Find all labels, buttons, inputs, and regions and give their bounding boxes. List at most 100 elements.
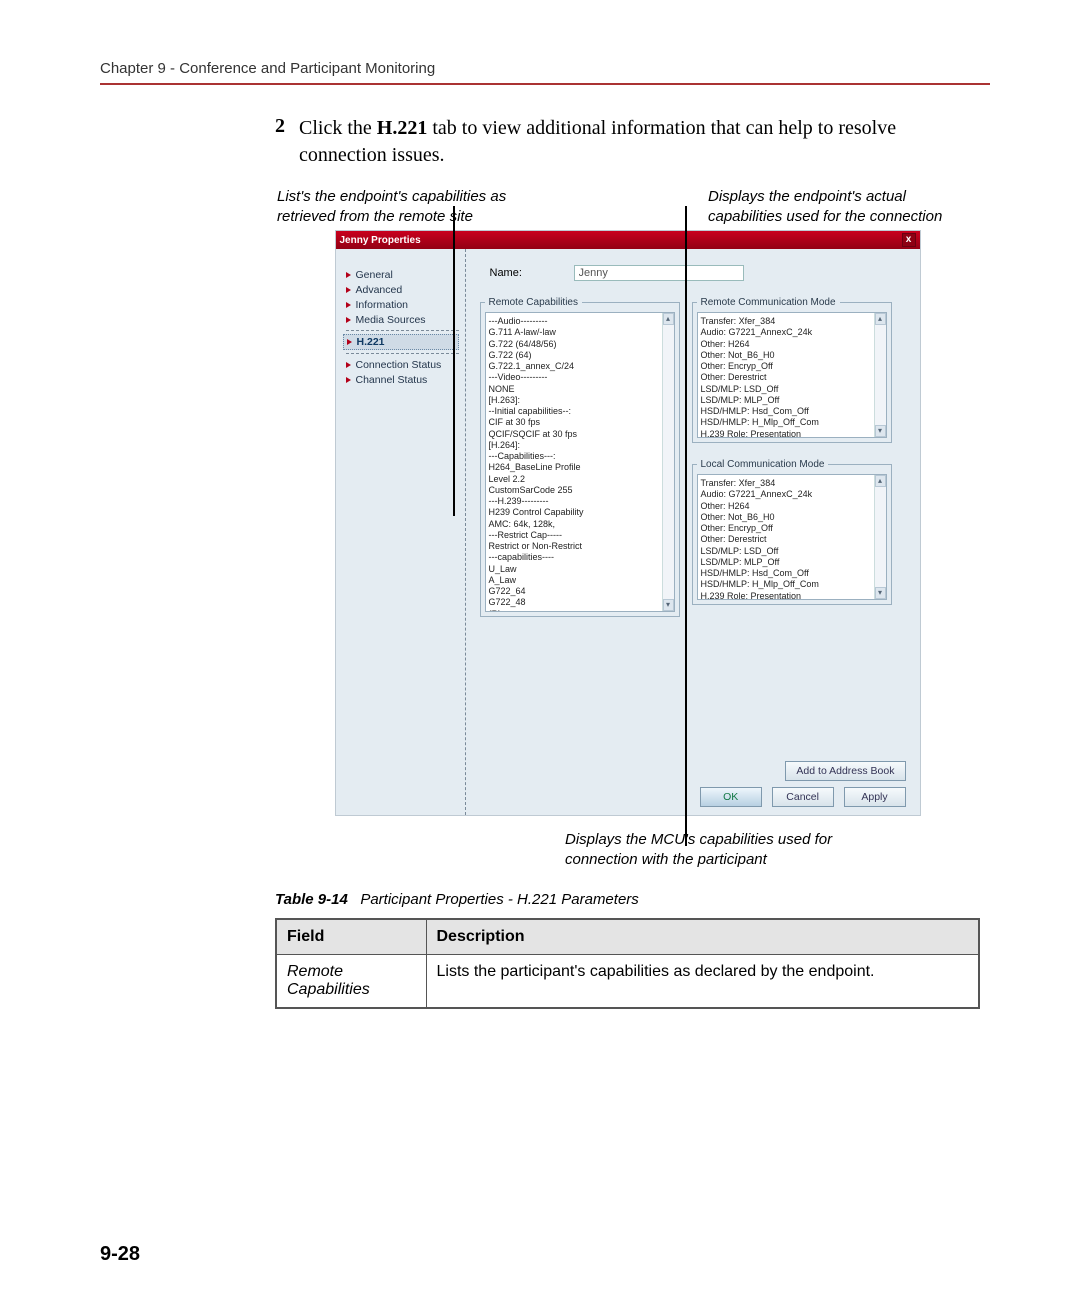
list-item: Transfer: Xfer_384: [701, 478, 883, 489]
sidebar-item-label: H.221: [357, 336, 385, 348]
dialog-window: Jenny Properties x General Advanced Inform…: [335, 230, 921, 816]
list-item: U_Law: [489, 564, 671, 575]
list-item: LSD/MLP: LSD_Off: [701, 546, 883, 557]
list-item: ---Video---------: [489, 372, 671, 383]
scrollbar[interactable]: ▴ ▾: [874, 313, 886, 437]
list-item: Audio: G7221_AnnexC_24k: [701, 489, 883, 500]
list-item: H.239 Role: Presentation: [701, 591, 883, 601]
close-icon[interactable]: x: [902, 233, 916, 247]
page-number: 9-28: [100, 1243, 140, 1266]
sidebar-item-connection-status[interactable]: Connection Status: [346, 357, 459, 372]
list-item: [H.263]:: [489, 395, 671, 406]
sidebar-item-channel-status[interactable]: Channel Status: [346, 372, 459, 387]
list-item: Transfer: Xfer_384: [701, 316, 883, 327]
list-item: G722_48: [489, 597, 671, 608]
list-item: Other: Not_B6_H0: [701, 512, 883, 523]
scroll-up-icon[interactable]: ▴: [875, 475, 886, 487]
scroll-down-icon[interactable]: ▾: [663, 599, 674, 611]
sidebar-item-h-221[interactable]: H.221: [343, 334, 459, 350]
list-item: HSD/HMLP: Hsd_Com_Off: [701, 568, 883, 579]
add-address-book-button[interactable]: Add to Address Book: [785, 761, 905, 781]
list-item: QCIF/SQCIF at 30 fps: [489, 429, 671, 440]
cancel-button[interactable]: Cancel: [772, 787, 834, 807]
apply-button[interactable]: Apply: [844, 787, 906, 807]
list-item: A_Law: [489, 575, 671, 586]
step-number: 2: [275, 115, 285, 169]
list-item: Other: Encryp_Off: [701, 523, 883, 534]
step-text-strong: H.221: [377, 117, 428, 139]
list-item: {R}: [489, 609, 671, 613]
list-item: Audio: G7221_AnnexC_24k: [701, 327, 883, 338]
callout-right: Displays the endpoint's actual capabilit…: [708, 187, 978, 226]
list-item: Other: Derestrict: [701, 372, 883, 383]
cell-description: Lists the participant's capabilities as …: [426, 955, 979, 1009]
chevron-right-icon: [346, 287, 351, 293]
list-item: ---Audio---------: [489, 316, 671, 327]
list-item: ---Capabilities---:: [489, 451, 671, 462]
list-item: H.239 Role: Presentation: [701, 429, 883, 439]
chevron-right-icon: [346, 272, 351, 278]
list-item: Level 2.2: [489, 474, 671, 485]
list-item: LSD/MLP: MLP_Off: [701, 557, 883, 568]
remote-capabilities-list[interactable]: ---Audio---------G.711 A-law/-law G.722 (…: [485, 312, 675, 612]
dialog-titlebar[interactable]: Jenny Properties x: [336, 231, 920, 249]
list-item: G.722.1_annex_C/24: [489, 361, 671, 372]
sidebar-item-label: Advanced: [356, 284, 403, 296]
sidebar-item-information[interactable]: Information: [346, 297, 459, 312]
group-local-comm-legend: Local Communication Mode: [697, 459, 829, 470]
list-item: LSD/MLP: LSD_Off: [701, 384, 883, 395]
remote-comm-list[interactable]: Transfer: Xfer_384Audio: G7221_AnnexC_24…: [697, 312, 887, 438]
list-item: HSD/HMLP: H_Mlp_Off_Com: [701, 579, 883, 590]
list-item: ---H.239---------: [489, 496, 671, 507]
list-item: ---capabilities----: [489, 552, 671, 563]
callout-bottom: Displays the MCU's capabilities used for…: [565, 830, 885, 869]
sidebar-item-media-sources[interactable]: Media Sources: [346, 312, 459, 327]
sidebar-item-advanced[interactable]: Advanced: [346, 282, 459, 297]
table-caption: Table 9-14 Participant Properties - H.22…: [275, 891, 980, 908]
caption-title: Participant Properties - H.221 Parameter…: [360, 891, 638, 908]
list-item: --Initial capabilities--:: [489, 406, 671, 417]
header-rule: [100, 83, 990, 85]
local-comm-list[interactable]: Transfer: Xfer_384Audio: G7221_AnnexC_24…: [697, 474, 887, 600]
guide-line-right: [685, 206, 687, 846]
name-input[interactable]: [574, 265, 744, 281]
sidebar-item-general[interactable]: General: [346, 267, 459, 282]
list-item: LSD/MLP: MLP_Off: [701, 395, 883, 406]
sidebar-item-label: Media Sources: [356, 314, 426, 326]
scroll-down-icon[interactable]: ▾: [875, 425, 886, 437]
name-label: Name:: [490, 267, 560, 279]
th-field: Field: [276, 919, 426, 955]
list-item: H239 Control Capability: [489, 507, 671, 518]
list-item: HSD/HMLP: H_Mlp_Off_Com: [701, 417, 883, 428]
dialog-sidebar: General Advanced Information Media Sources H…: [336, 249, 466, 815]
scrollbar[interactable]: ▴ ▾: [874, 475, 886, 599]
chevron-right-icon: [346, 302, 351, 308]
scroll-up-icon[interactable]: ▴: [875, 313, 886, 325]
group-remote-capabilities: Remote Capabilities ---Audio---------G.7…: [480, 297, 680, 617]
list-item: ---Restrict Cap-----: [489, 530, 671, 541]
step-text-prefix: Click the: [299, 117, 377, 139]
list-item: G.722 (64): [489, 350, 671, 361]
group-remote-comm-legend: Remote Communication Mode: [697, 297, 840, 308]
ok-button[interactable]: OK: [700, 787, 762, 807]
list-item: G722_64: [489, 586, 671, 597]
cell-field: Remote Capabilities: [276, 955, 426, 1009]
sidebar-item-label: General: [356, 269, 393, 281]
sidebar-item-label: Connection Status: [356, 359, 442, 371]
group-remote-capabilities-legend: Remote Capabilities: [485, 297, 583, 308]
scroll-down-icon[interactable]: ▾: [875, 587, 886, 599]
scroll-up-icon[interactable]: ▴: [663, 313, 674, 325]
guide-line-left: [453, 206, 455, 516]
th-description: Description: [426, 919, 979, 955]
sidebar-item-label: Information: [356, 299, 409, 311]
list-item: G.711 A-law/-law: [489, 327, 671, 338]
list-item: Other: Not_B6_H0: [701, 350, 883, 361]
chevron-right-icon: [346, 317, 351, 323]
chevron-right-icon: [346, 377, 351, 383]
list-item: CustomSarCode 255: [489, 485, 671, 496]
list-item: H264_BaseLine Profile: [489, 462, 671, 473]
parameters-table: Field Description Remote Capabilities Li…: [275, 918, 980, 1009]
table-row: Remote Capabilities Lists the participan…: [276, 955, 979, 1009]
step-text: Click the H.221 tab to view additional i…: [299, 115, 980, 169]
scrollbar[interactable]: ▴ ▾: [662, 313, 674, 611]
